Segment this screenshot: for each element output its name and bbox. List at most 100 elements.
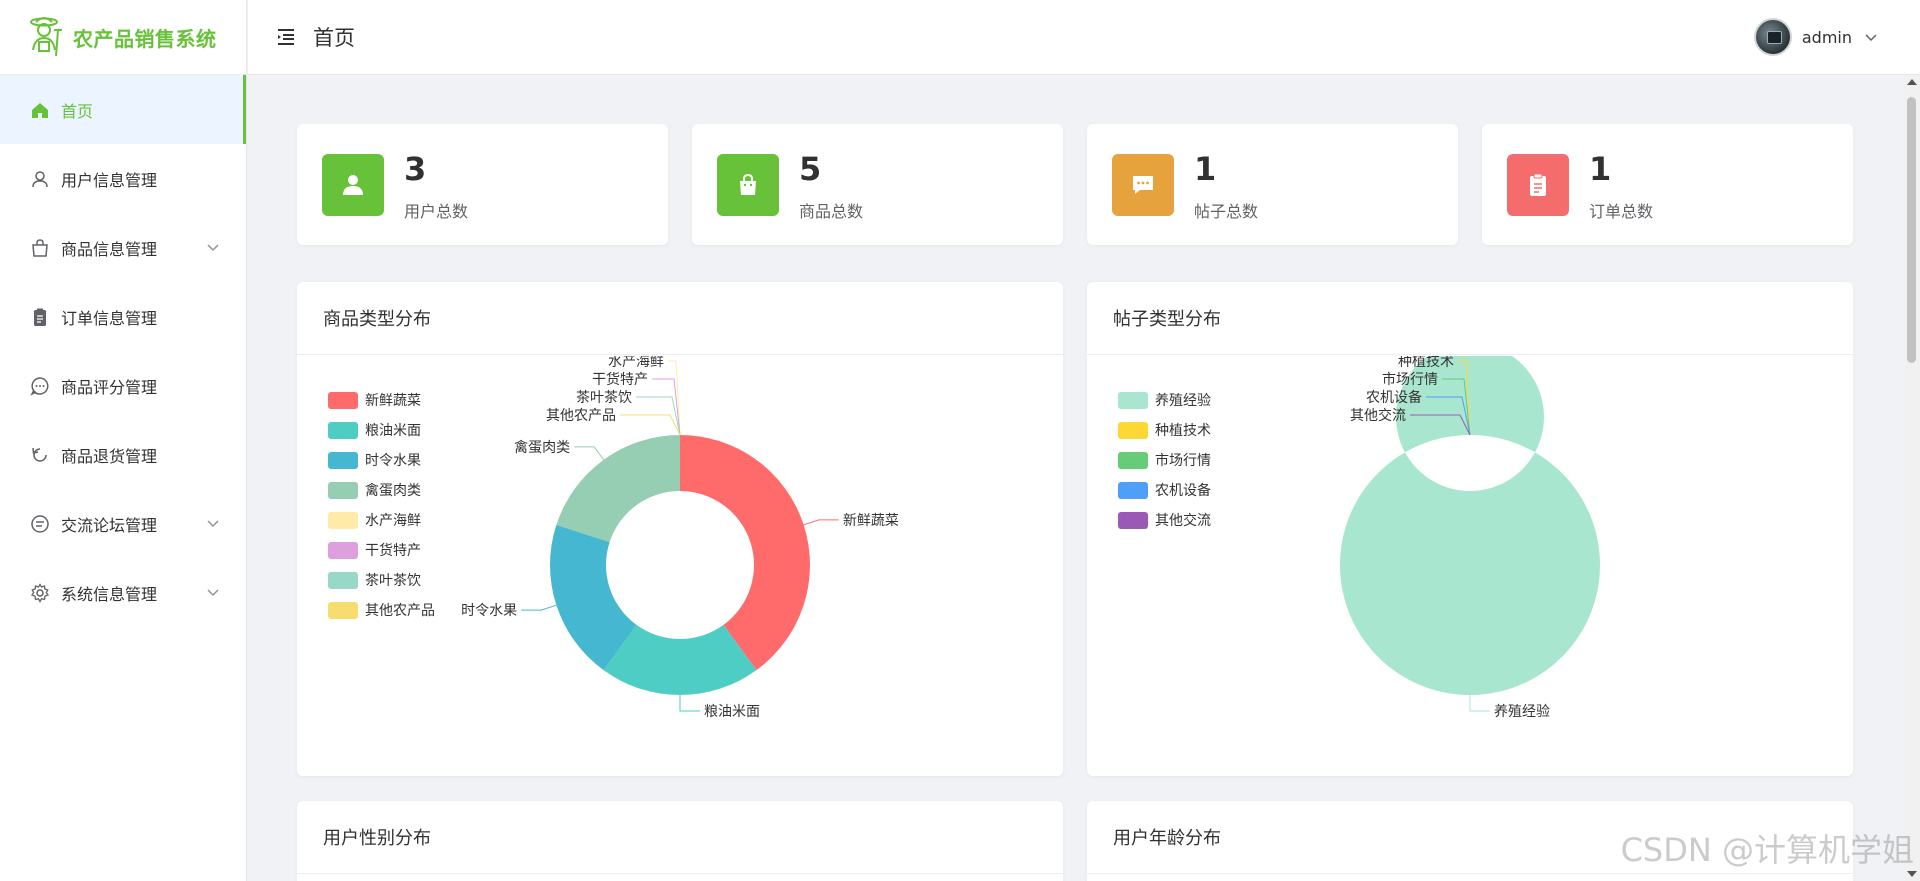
legend-label[interactable]: 禽蛋肉类 xyxy=(365,482,421,499)
chevron-down-icon[interactable] xyxy=(206,516,220,530)
stat-card-orders: 1 订单总数 xyxy=(1482,124,1853,245)
stat-icon-box xyxy=(1112,154,1174,216)
stat-value: 3 xyxy=(404,150,427,188)
pie-slice[interactable] xyxy=(680,435,811,671)
label-leader xyxy=(574,446,604,461)
stat-value: 1 xyxy=(1589,150,1612,188)
stat-icon-box xyxy=(1507,154,1569,216)
scroll-thumb[interactable] xyxy=(1907,97,1916,363)
user-dropdown[interactable]: admin xyxy=(1753,18,1878,56)
home-icon xyxy=(32,102,48,118)
clipboard-icon xyxy=(34,308,46,326)
label-leader xyxy=(679,695,700,712)
legend-label[interactable]: 其他农产品 xyxy=(365,603,435,619)
slice-label: 其他交流 xyxy=(1350,407,1406,424)
legend-swatch[interactable] xyxy=(328,542,358,559)
slice-label: 市场行情 xyxy=(1382,371,1438,388)
slice-label: 禽蛋肉类 xyxy=(514,439,570,456)
slice-label: 养殖经验 xyxy=(1494,703,1550,720)
legend-swatch[interactable] xyxy=(1118,482,1148,499)
card-title: 用户性别分布 xyxy=(297,801,1063,874)
chat-dots-icon xyxy=(30,376,49,395)
sidebar: 农产品销售系统 首页用户信息管理商品信息管理订单信息管理 商品评分管理 商品退货管理… xyxy=(0,0,247,881)
legend-swatch[interactable] xyxy=(328,452,358,469)
legend-swatch[interactable] xyxy=(328,392,358,409)
sidebar-item-0[interactable]: 首页 xyxy=(0,75,246,144)
stat-label: 用户总数 xyxy=(404,202,469,221)
chat-lines-icon xyxy=(31,514,49,533)
card-title: 帖子类型分布 xyxy=(1087,282,1853,355)
legend-label[interactable]: 干货特产 xyxy=(365,542,421,559)
watermark: CSDN @计算机学姐 xyxy=(1620,831,1914,869)
stat-card-products: 5 商品总数 xyxy=(692,124,1063,245)
legend-swatch[interactable] xyxy=(328,482,358,499)
slice-label: 种植技术 xyxy=(1398,356,1454,370)
avatar[interactable] xyxy=(1753,18,1792,56)
legend-swatch[interactable] xyxy=(1118,392,1148,409)
scroll-down-arrow-icon[interactable] xyxy=(1907,871,1917,877)
user-icon xyxy=(32,170,48,187)
clipboard-icon xyxy=(1530,173,1546,196)
sidebar-item-label: 订单信息管理 xyxy=(61,308,158,328)
chevron-down-icon[interactable] xyxy=(1864,30,1878,44)
refresh-icon xyxy=(32,447,47,462)
user-icon xyxy=(343,175,363,195)
slice-label: 粮油米面 xyxy=(704,704,760,720)
sidebar-item-label: 用户信息管理 xyxy=(61,170,158,190)
label-leader xyxy=(636,396,681,436)
sidebar-item-label: 商品退货管理 xyxy=(61,446,158,466)
legend-swatch[interactable] xyxy=(328,422,358,439)
legend-swatch[interactable] xyxy=(328,572,358,589)
card-product-types: 商品类型分布 新鲜蔬菜 粮油米面 时令水果 禽蛋肉类 水产海鲜 干货特产 茶叶茶饮 其他农产品… xyxy=(297,282,1063,776)
legend-label[interactable]: 养殖经验 xyxy=(1155,392,1211,409)
legend-swatch[interactable] xyxy=(328,602,358,619)
slice-label: 其他农产品 xyxy=(546,408,616,424)
post-type-donut-chart: 养殖经验种植技术市场行情农机设备其他交流养殖经验种植技术市场行情农机设备其他交流 xyxy=(1118,356,1600,720)
username[interactable]: admin xyxy=(1802,28,1852,47)
sidebar-item-5[interactable]: 商品退货管理 xyxy=(0,420,246,489)
legend-label[interactable]: 农机设备 xyxy=(1155,482,1211,499)
legend-swatch[interactable] xyxy=(328,512,358,529)
pie-slice[interactable] xyxy=(1340,356,1600,695)
scroll-up-arrow-icon[interactable] xyxy=(1907,79,1917,85)
pie-slice[interactable] xyxy=(556,435,680,543)
card-title: 商品类型分布 xyxy=(297,282,1063,355)
sidebar-item-1[interactable]: 用户信息管理 xyxy=(0,144,246,213)
page-scrollbar[interactable] xyxy=(1903,75,1920,881)
slice-label: 茶叶茶饮 xyxy=(576,390,632,406)
legend-label[interactable]: 新鲜蔬菜 xyxy=(365,393,421,409)
stat-value: 1 xyxy=(1194,150,1217,188)
product-type-donut-chart: 新鲜蔬菜粮油米面时令水果禽蛋肉类水产海鲜干货特产茶叶茶饮其他农产品新鲜蔬菜粮油米… xyxy=(328,356,899,720)
stat-label: 商品总数 xyxy=(799,202,864,221)
page-title: 首页 xyxy=(313,26,355,50)
legend-label[interactable]: 水产海鲜 xyxy=(365,513,421,529)
label-leader xyxy=(620,414,681,436)
label-leader xyxy=(521,604,557,611)
legend-swatch[interactable] xyxy=(1118,452,1148,469)
menu-fold-icon[interactable] xyxy=(275,26,297,48)
top-header: 首页 admin xyxy=(248,0,1920,75)
shopping-bag-icon xyxy=(740,173,756,195)
legend-swatch[interactable] xyxy=(1118,422,1148,439)
stat-icon-box xyxy=(322,154,384,216)
chevron-down-icon[interactable] xyxy=(206,585,220,599)
legend-label[interactable]: 时令水果 xyxy=(365,453,421,469)
chevron-down-icon[interactable] xyxy=(206,240,220,254)
sidebar-item-7[interactable]: 系统信息管理 xyxy=(0,558,246,627)
sidebar-item-label: 首页 xyxy=(61,101,94,121)
legend-label[interactable]: 市场行情 xyxy=(1155,452,1211,469)
legend-label[interactable]: 种植技术 xyxy=(1155,423,1211,439)
sidebar-item-3[interactable]: 订单信息管理 xyxy=(0,282,246,351)
shopping-bag-icon xyxy=(32,238,48,257)
sidebar-item-2[interactable]: 商品信息管理 xyxy=(0,213,246,282)
app-logo[interactable]: 农产品销售系统 xyxy=(0,0,246,75)
sidebar-item-label: 商品评分管理 xyxy=(61,377,158,397)
legend-label[interactable]: 粮油米面 xyxy=(365,423,421,439)
legend-swatch[interactable] xyxy=(1118,512,1148,529)
stat-label: 帖子总数 xyxy=(1194,202,1259,221)
sidebar-item-6[interactable]: 交流论坛管理 xyxy=(0,489,246,558)
legend-label[interactable]: 茶叶茶饮 xyxy=(365,573,421,589)
gear-icon xyxy=(30,582,50,603)
legend-label[interactable]: 其他交流 xyxy=(1155,512,1211,529)
sidebar-item-4[interactable]: 商品评分管理 xyxy=(0,351,246,420)
